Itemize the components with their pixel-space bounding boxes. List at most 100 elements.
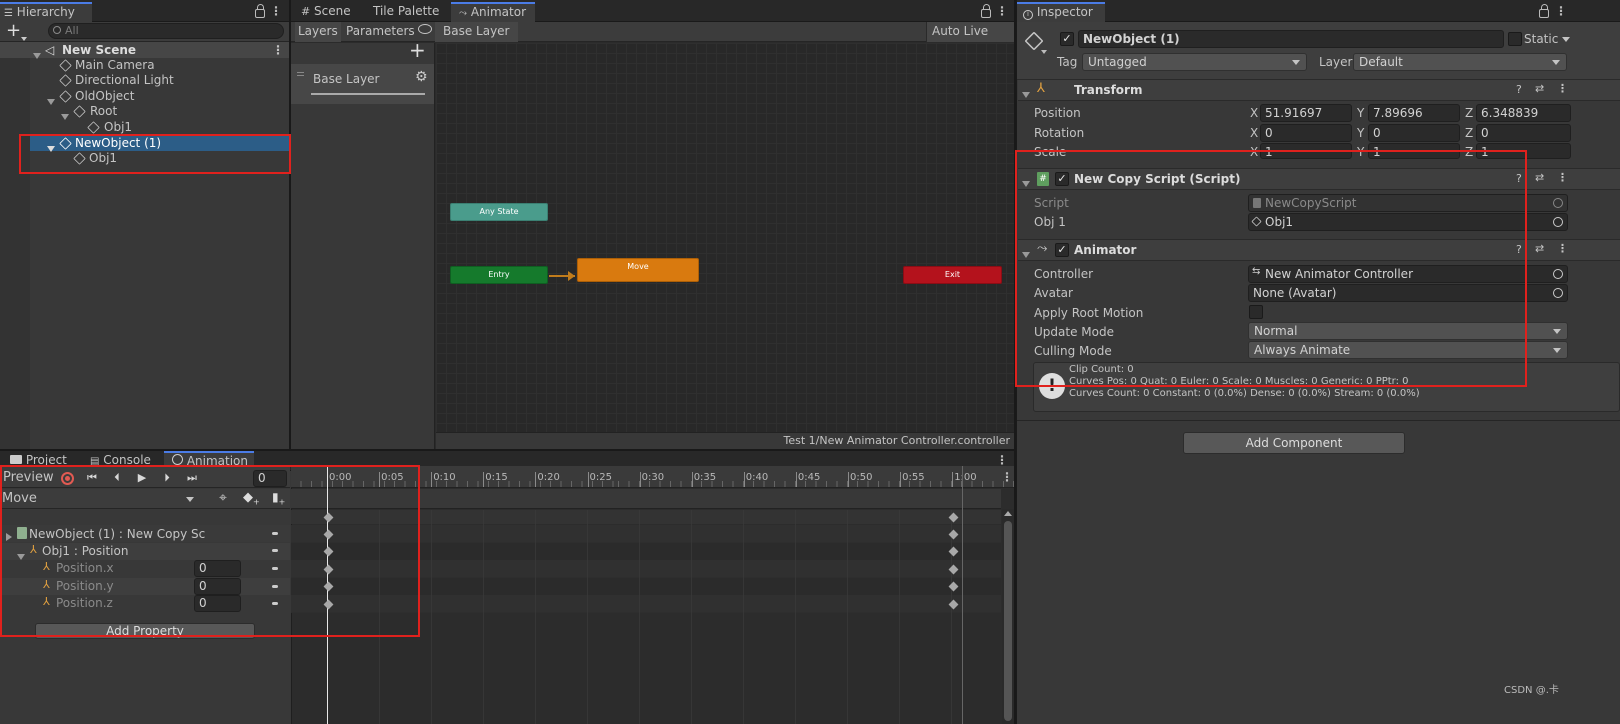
preview-button[interactable]: Preview [3,468,54,488]
menu-dots-icon[interactable]: ⋮ [1557,243,1568,255]
expand-arrow-icon[interactable] [1022,87,1030,101]
add-icon[interactable]: + [6,20,21,42]
menu-dots-icon[interactable]: ⋮ [1557,172,1568,184]
menu-dots-icon[interactable]: ⋮ [270,2,282,20]
play-button[interactable]: ▶ [130,468,154,488]
hierarchy-item-oldobject[interactable]: OldObject [0,88,290,105]
preset-icon[interactable]: ⇄ [1535,83,1544,95]
property-dot-icon[interactable] [272,549,278,552]
drag-handle-icon[interactable] [297,72,304,76]
culling-mode-dropdown[interactable]: Always Animate [1248,341,1568,359]
breadcrumb[interactable]: Base Layer [435,22,518,42]
last-key-button[interactable]: ⏭ [180,468,204,488]
expand-arrow-icon[interactable] [6,530,12,544]
avatar-field[interactable]: None (Avatar) [1248,284,1568,302]
object-picker-icon[interactable] [1553,198,1563,208]
active-checkbox[interactable]: ✓ [1060,32,1074,46]
menu-dots-icon[interactable]: ⋮ [996,2,1008,20]
first-key-button[interactable]: ⏮ [80,468,104,488]
property-value-input[interactable]: 0 [194,578,241,595]
scrollbar-thumb[interactable] [1004,521,1012,721]
layer-dropdown[interactable]: Default [1353,53,1567,71]
add-property-button[interactable]: Add Property [35,623,255,639]
hierarchy-item-directional-light[interactable]: Directional Light [0,72,290,88]
frame-input[interactable]: 0 [253,470,287,487]
scale-z-input[interactable]: 1 [1476,143,1571,159]
tab-inspector[interactable]: i Inspector [1017,2,1105,22]
scale-y-input[interactable]: 1 [1368,143,1460,159]
tab-tile-palette[interactable]: Tile Palette [365,2,447,22]
position-y-input[interactable]: 7.89696 [1368,104,1460,122]
add-component-button[interactable]: Add Component [1183,432,1405,454]
scroll-up-icon[interactable] [1004,511,1012,516]
property-dot-icon[interactable] [272,532,278,535]
add-event-icon[interactable]: ▮+ [272,490,285,506]
property-dot-icon[interactable] [272,585,278,588]
layers-tab[interactable]: Layers [295,22,341,42]
hierarchy-item-newobject[interactable]: NewObject (1) [0,135,290,152]
expand-arrow-icon[interactable] [1022,247,1030,261]
event-track[interactable] [291,489,1001,509]
parameters-tab[interactable]: Parameters [343,22,418,42]
menu-dots-icon[interactable]: ⋮ [1557,83,1568,95]
hierarchy-item-obj1-child[interactable]: Obj1 [0,150,290,166]
state-entry[interactable]: Entry [450,266,548,284]
preset-icon[interactable]: ⇄ [1535,172,1544,184]
state-exit[interactable]: Exit [903,266,1002,284]
scene-row[interactable]: ◁ New Scene ⋮ [0,42,290,59]
object-picker-icon[interactable] [1553,288,1563,298]
object-picker-icon[interactable] [1553,217,1563,227]
expand-arrow-icon[interactable] [1022,176,1030,190]
menu-dots-icon[interactable]: ⋮ [1001,468,1013,486]
lock-icon[interactable] [981,4,991,18]
tab-hierarchy[interactable]: ☰ Hierarchy [0,2,92,22]
lock-icon[interactable] [1539,4,1549,18]
static-dropdown-arrow-icon[interactable] [1562,37,1570,42]
next-key-button[interactable]: ⏵ [155,468,179,488]
rotation-x-input[interactable]: 0 [1260,124,1352,142]
property-value-input[interactable]: 0 [194,560,241,577]
script-enabled-checkbox[interactable]: ✓ [1055,172,1069,186]
state-machine-graph[interactable] [436,43,1014,432]
help-icon[interactable]: ? [1516,173,1522,185]
property-value-input[interactable]: 0 [194,595,241,612]
add-layer-icon[interactable]: + [409,38,426,62]
position-z-input[interactable]: 6.348839 [1476,104,1571,122]
prev-key-button[interactable]: ⏴ [105,468,129,488]
hierarchy-item-main-camera[interactable]: Main Camera [0,57,290,73]
scale-x-input[interactable]: 1 [1260,143,1352,159]
static-checkbox[interactable] [1508,32,1522,46]
help-icon[interactable]: ? [1516,244,1522,256]
add-keyframe-icon[interactable]: ◆+ [243,490,260,507]
position-x-input[interactable]: 51.91697 [1260,104,1352,122]
object-picker-icon[interactable] [1553,269,1563,279]
gear-icon[interactable]: ⚙ [415,69,428,85]
rotation-z-input[interactable]: 0 [1476,124,1571,142]
state-move[interactable]: Move [577,258,699,282]
state-any-state[interactable]: Any State [450,203,548,221]
apply-root-motion-checkbox[interactable] [1249,305,1263,319]
lock-icon[interactable] [255,4,265,18]
animator-enabled-checkbox[interactable]: ✓ [1055,243,1069,257]
property-dot-icon[interactable] [272,602,278,605]
search-input[interactable]: All [48,23,284,39]
controller-field[interactable]: New Animator Controller [1248,265,1568,283]
tag-dropdown[interactable]: Untagged [1082,53,1307,71]
obj1-field[interactable]: Obj1 [1248,213,1568,231]
eye-icon[interactable] [418,24,432,34]
menu-dots-icon[interactable]: ⋮ [272,42,284,58]
preset-icon[interactable]: ⇄ [1535,243,1544,255]
object-name-input[interactable]: NewObject (1) [1078,30,1504,48]
playhead[interactable] [327,466,328,724]
help-icon[interactable]: ? [1516,84,1522,96]
layer-weight-slider[interactable] [311,93,425,95]
keyframe-filter-icon[interactable]: ⌖ [219,490,227,506]
property-dot-icon[interactable] [272,567,278,570]
update-mode-dropdown[interactable]: Normal [1248,322,1568,340]
clip-dropdown[interactable]: Move [2,490,198,508]
hierarchy-item-root[interactable]: Root [0,103,290,120]
tab-scene[interactable]: # Scene [293,2,359,22]
menu-dots-icon[interactable]: ⋮ [1555,2,1567,20]
tab-animator[interactable]: ⤳ Animator [451,2,535,22]
auto-live-link-button[interactable]: Auto Live Link [926,22,1014,57]
